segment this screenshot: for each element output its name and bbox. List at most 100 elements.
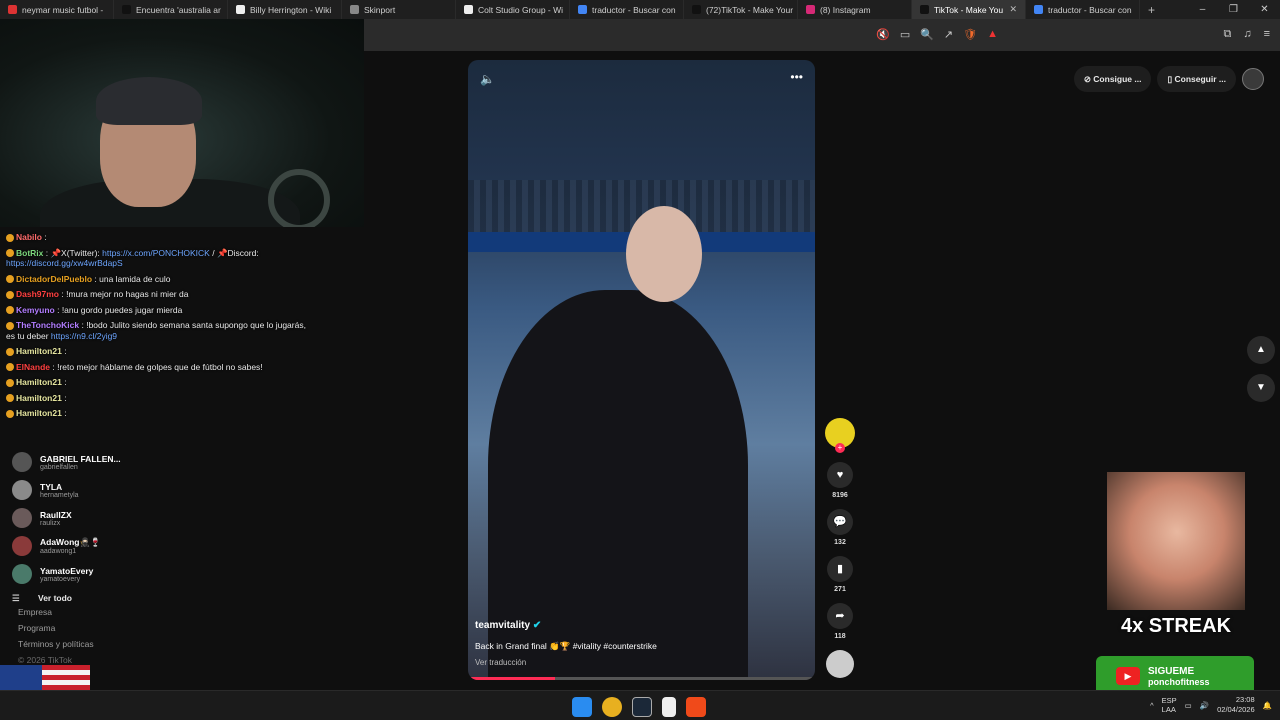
browser-tab[interactable]: Billy Herrington - Wiki <box>228 0 342 19</box>
browser-tab[interactable]: traductor - Buscar con <box>570 0 684 19</box>
chat-username: Hamilton21 <box>16 346 62 356</box>
browser-tab[interactable]: traductor - Buscar con <box>1026 0 1140 19</box>
chat-message: ElNande : !reto mejor háblame de golpes … <box>6 362 306 373</box>
account-name: YamatoEvery <box>40 565 94 576</box>
get-app-button[interactable]: ▯ Conseguir ... <box>1157 66 1236 92</box>
browser-tab[interactable]: Encuentra 'australia ar <box>114 0 228 19</box>
chat-link[interactable]: https://x.com/PONCHOKICK <box>102 248 210 258</box>
chat-username: Hamilton21 <box>16 392 62 403</box>
footer-link-terms[interactable]: Términos y políticas <box>18 639 94 655</box>
bookmark-icon: ▮ <box>836 563 844 575</box>
zoom-icon[interactable]: 🔍 <box>920 28 934 41</box>
share-icon[interactable]: ↗ <box>944 28 953 41</box>
notification-icon[interactable]: 🔔 <box>1263 701 1272 710</box>
sidebar-toggle-icon[interactable]: ⧉ <box>1223 28 1231 41</box>
browser-tab[interactable]: Skinport <box>342 0 456 19</box>
chrome-icon[interactable] <box>602 697 622 717</box>
window-controls: – ❐ ✕ <box>1187 4 1280 15</box>
chat-text: : una lamida de culo <box>92 273 171 284</box>
footer-link-program[interactable]: Programa <box>18 623 94 639</box>
followed-account[interactable]: GABRIEL FALLEN... gabrielfallen <box>12 448 352 476</box>
browser-tab[interactable]: (8) Instagram <box>798 0 912 19</box>
avatar <box>12 480 32 500</box>
footer-link-company[interactable]: Empresa <box>18 607 94 623</box>
tab-favicon-icon <box>920 5 929 14</box>
screen-icon[interactable]: ▭ <box>900 28 910 41</box>
tray-chevron-icon[interactable]: ^ <box>1150 701 1154 710</box>
streamer-webcam <box>0 19 364 227</box>
share-button[interactable]: ➦ <box>827 603 853 629</box>
like-button[interactable]: ♥ <box>827 462 853 488</box>
menu-icon[interactable]: ≡ <box>1264 28 1270 41</box>
chat-text: : 📌X(Twitter): <box>43 247 103 258</box>
share-arrow-icon: ➦ <box>835 610 845 622</box>
video-author[interactable]: teamvitality ✔ <box>475 620 805 631</box>
chat-link[interactable]: https://discord.gg/xw4wrBdapS <box>6 258 123 268</box>
like-count: 8196 <box>832 492 848 499</box>
get-coins-button[interactable]: ⊘ Consigue ... <box>1073 66 1152 92</box>
followed-account[interactable]: AdaWong🥷🏻🍷 aadawong1 <box>12 532 352 560</box>
browser-tab[interactable]: TikTok - Make You ✕ <box>912 0 1026 19</box>
close-window-button[interactable]: ✕ <box>1249 4 1280 15</box>
followed-account[interactable]: YamatoEvery yamatoevery <box>12 560 352 588</box>
follow-plus-icon[interactable]: + <box>835 443 845 453</box>
comment-icon: 💬 <box>833 516 847 528</box>
volume-icon[interactable]: 🔈 <box>480 72 495 86</box>
close-tab-icon[interactable]: ✕ <box>1009 4 1017 15</box>
sidebar-footer: Empresa Programa Términos y políticas © … <box>18 607 94 671</box>
save-count: 271 <box>834 586 846 593</box>
browser-tab-bar: neymar music futbol - Encuentra 'australi… <box>0 0 1280 19</box>
clock[interactable]: 23:08 02/04/2026 <box>1217 695 1255 715</box>
more-options-icon[interactable]: ••• <box>790 70 803 84</box>
network-icon[interactable]: ▭ <box>1185 701 1192 710</box>
brave-icon[interactable] <box>686 697 706 717</box>
next-video-button[interactable]: ▼ <box>1247 374 1275 402</box>
followed-account[interactable]: TYLA hernametyla <box>12 476 352 504</box>
previous-video-button[interactable]: ▲ <box>1247 336 1275 364</box>
steam-icon[interactable] <box>632 697 652 717</box>
save-button[interactable]: ▮ <box>827 556 853 582</box>
chat-text: : !mura mejor no hagas ni mier da <box>59 289 189 299</box>
chat-badge-icon <box>6 347 14 356</box>
file-icon[interactable] <box>662 697 676 717</box>
browser-tab[interactable]: Colt Studio Group - Wi <box>456 0 570 19</box>
tray-lang[interactable]: ESP LAA <box>1162 696 1177 714</box>
toolbar-icons-right: ⧉ ♫ ≡ <box>1223 28 1270 41</box>
comment-button[interactable]: 💬 <box>827 509 853 535</box>
media-icon[interactable]: ♫ <box>1243 28 1251 41</box>
account-text: TYLA hernametyla <box>40 482 79 499</box>
followed-account[interactable]: RaulIZX raulizx <box>12 504 352 532</box>
chat-badge-icon <box>6 233 14 242</box>
chat-badge-icon <box>6 378 14 387</box>
browser-tab[interactable]: neymar music futbol - <box>0 0 114 19</box>
see-all-button[interactable]: ☰ Ver todo <box>12 588 352 608</box>
chat-message: DictadorDelPueblo : una lamida de culo <box>6 274 306 285</box>
tab-favicon-icon <box>1034 5 1043 14</box>
maximize-button[interactable]: ❐ <box>1218 4 1249 15</box>
chat-message: BotRix : 📌X(Twitter): https://x.com/PONC… <box>6 248 306 269</box>
mute-tab-icon[interactable]: 🔇 <box>876 28 890 41</box>
browser-tab[interactable]: (72)TikTok - Make Your <box>684 0 798 19</box>
tab-label: (72)TikTok - Make Your <box>706 4 794 15</box>
avatar <box>12 452 32 472</box>
minimize-button[interactable]: – <box>1187 4 1218 15</box>
creator-avatar[interactable]: + <box>825 418 855 453</box>
video-caption: teamvitality ✔ Back in Grand final 👏🏆 #v… <box>475 620 805 667</box>
video-player[interactable]: 🔈 ••• teamvitality ✔ Back in Grand final… <box>468 60 815 680</box>
brave-shield-icon[interactable]: 🛡 <box>963 28 977 41</box>
rewards-icon[interactable]: ▲ <box>987 28 998 41</box>
chat-username: DictadorDelPueblo <box>16 273 93 284</box>
music-disc-icon[interactable] <box>826 650 854 678</box>
see-all-label: Ver todo <box>38 593 73 603</box>
profile-avatar[interactable] <box>1242 68 1264 90</box>
chat-link[interactable]: https://n9.cl/2yig9 <box>51 331 117 341</box>
translate-link[interactable]: Ver traducción <box>475 658 805 667</box>
volume-tray-icon[interactable]: 🔊 <box>1200 701 1209 710</box>
new-tab-button[interactable]: + <box>1148 3 1155 17</box>
windows-start-icon[interactable] <box>572 697 592 717</box>
tab-favicon-icon <box>122 5 131 14</box>
tab-label: TikTok - Make You <box>934 4 1004 15</box>
chat-badge-icon <box>6 321 14 330</box>
browser-toolbar: 🔇 ▭ 🔍 ↗ 🛡 ▲ ⧉ ♫ ≡ <box>364 19 1280 51</box>
video-progress-bar[interactable] <box>468 677 815 680</box>
